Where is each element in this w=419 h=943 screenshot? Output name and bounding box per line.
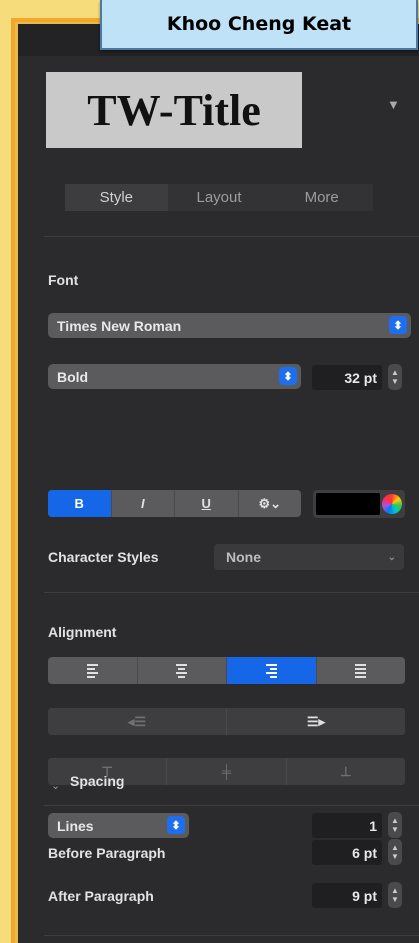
section-divider	[44, 805, 419, 806]
indent-buttons: ◂☰ ☰▸	[48, 708, 405, 735]
font-family-value: Times New Roman	[57, 317, 182, 334]
section-divider	[44, 935, 419, 936]
justify-icon[interactable]	[317, 657, 406, 684]
gear-icon: ⚙⌄	[258, 495, 282, 511]
line-spacing-field[interactable]: 1	[312, 813, 382, 838]
disclosure-chevron-icon[interactable]: ⌄	[51, 779, 60, 792]
section-divider	[44, 236, 419, 237]
paragraph-style-preview[interactable]: TW-Title	[46, 72, 302, 148]
decrease-indent-icon[interactable]: ◂☰	[48, 708, 227, 735]
before-paragraph-stepper[interactable]: ▲ ▼	[388, 839, 402, 865]
after-paragraph-field[interactable]: 9 pt	[312, 883, 382, 908]
font-size-stepper[interactable]: ▲ ▼	[388, 364, 402, 390]
inspector-tabs: Style Layout More	[65, 184, 373, 211]
align-middle-icon[interactable]: ╪	[167, 758, 287, 785]
spacing-section-label[interactable]: Spacing	[70, 773, 124, 789]
format-panel: TW-Title ▼ Style Layout More Font Times …	[18, 24, 419, 943]
line-spacing-mode-select[interactable]: Lines ⬍	[48, 813, 189, 838]
font-section-label: Font	[48, 272, 79, 288]
alignment-section-label: Alignment	[48, 624, 117, 640]
character-styles-label: Character Styles	[48, 549, 159, 565]
before-paragraph-label: Before Paragraph	[48, 845, 166, 861]
line-spacing-stepper[interactable]: ▲ ▼	[388, 812, 402, 838]
horizontal-alignment-buttons	[48, 657, 405, 684]
author-badge: Khoo Cheng Keat	[100, 0, 418, 50]
increase-indent-icon[interactable]: ☰▸	[227, 708, 405, 735]
text-color-swatch[interactable]	[316, 493, 380, 515]
before-paragraph-field[interactable]: 6 pt	[312, 840, 382, 865]
chevron-down-icon: ⌄	[387, 551, 396, 563]
select-stepper-icon: ⬍	[167, 816, 185, 834]
after-paragraph-stepper[interactable]: ▲ ▼	[388, 882, 402, 908]
tab-more[interactable]: More	[270, 184, 373, 211]
character-style-value: None	[226, 549, 261, 565]
line-spacing-mode-value: Lines	[57, 817, 94, 834]
text-options-button[interactable]: ⚙⌄	[239, 490, 302, 517]
text-color-well[interactable]	[313, 490, 405, 518]
tab-layout[interactable]: Layout	[168, 184, 271, 211]
tab-style[interactable]: Style	[65, 184, 168, 211]
section-divider	[44, 592, 419, 593]
font-family-select[interactable]: Times New Roman ⬍	[48, 313, 411, 338]
after-paragraph-label: After Paragraph	[48, 888, 154, 904]
align-right-icon[interactable]	[227, 657, 317, 684]
typeface-value: Bold	[57, 368, 89, 385]
select-stepper-icon: ⬍	[279, 367, 297, 385]
align-left-icon[interactable]	[48, 657, 138, 684]
chevron-down-icon[interactable]: ▼	[387, 97, 400, 112]
character-styles-select[interactable]: None ⌄	[214, 544, 404, 570]
underline-button[interactable]: U	[175, 490, 239, 517]
italic-button[interactable]: I	[112, 490, 175, 517]
typeface-select[interactable]: Bold ⬍	[48, 364, 301, 389]
align-bottom-icon[interactable]: ⊥	[286, 758, 405, 785]
select-stepper-icon: ⬍	[389, 316, 407, 334]
font-style-buttons: B I U ⚙⌄	[48, 490, 301, 517]
font-size-field[interactable]: 32 pt	[312, 365, 382, 390]
align-center-icon[interactable]	[138, 657, 227, 684]
bold-button[interactable]: B	[48, 490, 112, 517]
color-wheel-icon[interactable]	[382, 494, 402, 514]
